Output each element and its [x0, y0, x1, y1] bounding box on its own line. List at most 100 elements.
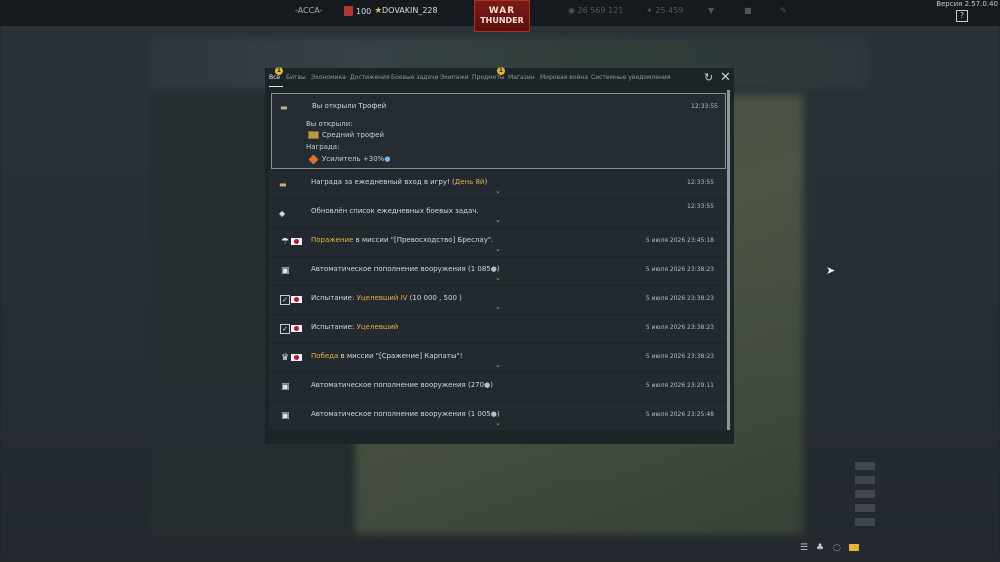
close-icon[interactable]: ✕ — [720, 70, 731, 85]
tab-crews[interactable]: Экипажи — [440, 74, 469, 81]
ammo-refill-icon: ▣ — [281, 382, 290, 392]
notification-time: 5 июля 2026 23:38:23 — [645, 324, 714, 331]
refresh-icon[interactable]: ↻ — [704, 71, 713, 84]
research-icon: ● — [384, 155, 391, 163]
notification-title: Испытание: Уцелевший IV (10 000 , 500 ) — [311, 294, 462, 302]
notification-scrollbar[interactable] — [727, 90, 730, 430]
notification-time: 5 июля 2026 23:38:23 — [645, 295, 714, 302]
reward-item: Усилитель +30%● — [308, 154, 391, 164]
tab-battle-tasks[interactable]: Боевые задачи — [391, 74, 439, 81]
notification-list[interactable]: ▬ Вы открыли Трофей 12:33:55 Вы открыли:… — [269, 90, 728, 440]
ammo-refill-icon: ▣ — [281, 411, 290, 421]
reward-item-name: Усилитель +30% — [322, 155, 385, 163]
notifications-panel: Все 1 Битвы Экономика Достижения Боевые … — [265, 67, 734, 444]
notification-title: Автоматическое пополнение вооружения (1 … — [311, 410, 500, 418]
notification-title: Награда за ежедневный вход в игру! (День… — [311, 178, 488, 186]
notification-title: Автоматическое пополнение вооружения (1 … — [311, 265, 500, 273]
chevron-down-icon[interactable]: ⌄ — [495, 274, 501, 282]
opened-label: Вы открыли: — [306, 120, 353, 128]
notification-tabs: Все 1 Битвы Экономика Достижения Боевые … — [265, 67, 734, 88]
notification-title: Вы открыли Трофей — [312, 102, 387, 110]
player-rank[interactable]: 100 ★ — [344, 6, 382, 16]
notification-expanded[interactable]: ▬ Вы открыли Трофей 12:33:55 Вы открыли:… — [271, 93, 726, 169]
mouse-cursor-icon: ➤ — [826, 264, 836, 277]
notification-title: Испытание: Уцелевший — [311, 323, 399, 331]
japan-flag-icon — [291, 354, 302, 361]
notification-time: 12:33:55 — [687, 179, 714, 186]
tab-all-badge: 1 — [275, 67, 283, 75]
tab-system[interactable]: Системные уведомления — [591, 74, 670, 81]
notification-time: 5 июля 2026 23:38:23 — [645, 266, 714, 273]
check-icon: ✓ — [280, 295, 290, 305]
japan-flag-icon — [291, 296, 302, 303]
japan-flag-icon — [291, 238, 302, 245]
notification-row[interactable]: ▣ Автоматическое пополнение вооружения (… — [269, 402, 728, 430]
tasks-icon: ◆ — [279, 209, 286, 218]
chevron-down-icon[interactable]: ⌄ — [495, 216, 501, 224]
top-bar: -ACCA- 100 ★ DOVAKIN_228 WAR THUNDER ◉ 2… — [0, 0, 1000, 32]
notification-row[interactable]: ▣ Автоматическое пополнение вооружения (… — [269, 257, 728, 285]
notification-row[interactable]: ▬ Награда за ежедневный вход в игру! (Де… — [269, 170, 728, 198]
notification-title: Победа в миссии "[Сражение] Карпаты"! — [311, 352, 463, 360]
tab-all[interactable]: Все — [269, 74, 280, 81]
defeat-icon: ☂ — [281, 237, 290, 247]
logo-line-2: THUNDER — [480, 16, 524, 25]
tab-battles[interactable]: Битвы — [286, 74, 306, 81]
game-logo[interactable]: WAR THUNDER — [474, 0, 530, 32]
chevron-down-icon[interactable]: ⌄ — [495, 245, 501, 253]
opened-item-name: Средний трофей — [322, 131, 385, 139]
tab-shop[interactable]: Магазин — [508, 74, 535, 81]
chevron-down-icon[interactable]: ⌄ — [495, 361, 501, 369]
notification-row[interactable]: ▣ Автоматическое пополнение вооружения (… — [269, 373, 728, 401]
menu-list-icon[interactable]: ☰ — [800, 543, 808, 553]
check-icon: ✓ — [280, 324, 290, 334]
squadron-tag[interactable]: -ACCA- — [295, 6, 322, 15]
notification-title: Автоматическое пополнение вооружения (27… — [311, 381, 493, 389]
scrollbar-thumb[interactable] — [727, 90, 730, 430]
chevron-down-icon[interactable]: ⌄ — [495, 303, 501, 311]
notification-row[interactable]: ✓ Испытание: Уцелевший 5 июля 2026 23:38… — [269, 315, 728, 343]
mail-icon[interactable] — [849, 544, 859, 551]
lions-balance[interactable]: ◉ 26 569 121 — [568, 6, 623, 15]
lions-icon: ◉ — [568, 6, 575, 15]
chat-icon[interactable]: ◌ — [833, 543, 841, 553]
chest-icon: ▬ — [279, 180, 287, 189]
notification-row[interactable]: ♛ Победа в миссии "[Сражение] Карпаты"! … — [269, 344, 728, 372]
tab-items[interactable]: Предметы — [472, 74, 505, 81]
active-tab-underline — [269, 86, 283, 87]
notification-time: 5 июля 2026 23:45:18 — [645, 237, 714, 244]
japan-flag-icon — [291, 325, 302, 332]
tab-world-war[interactable]: Мировая война — [540, 74, 588, 81]
tab-items-badge: 1 — [497, 67, 505, 75]
version-label: Версия 2.57.0.40 — [936, 0, 998, 8]
tab-economy[interactable]: Экономика — [311, 74, 346, 81]
link-icon[interactable]: ✎ — [780, 6, 787, 15]
notification-title: Поражение в миссии "[Превосходство] Брес… — [311, 236, 494, 244]
shop-icon[interactable]: ■ — [744, 6, 752, 15]
trophy-chest-icon — [308, 131, 319, 139]
notification-time: 5 июля 2026 23:29:11 — [645, 382, 714, 389]
rank-value: 100 — [356, 6, 372, 16]
username[interactable]: DOVAKIN_228 — [382, 6, 438, 15]
notification-time: 12:33:55 — [691, 103, 718, 110]
notification-row[interactable]: ☂ Поражение в миссии "[Превосходство] Бр… — [269, 228, 728, 256]
premium-icon[interactable]: ▼ — [708, 6, 714, 15]
reward-label: Награда: — [306, 143, 340, 151]
notification-time: 12:33:55 — [687, 203, 714, 210]
chevron-down-icon[interactable]: ⌄ — [495, 187, 501, 195]
tab-achievements[interactable]: Достижения — [350, 74, 390, 81]
notification-time: 5 июля 2026 23:38:23 — [645, 353, 714, 360]
opened-item: Средний трофей — [308, 131, 384, 139]
victory-icon: ♛ — [281, 353, 290, 363]
eagles-balance[interactable]: ✦ 25 459 — [646, 6, 683, 15]
eagles-icon: ✦ — [646, 6, 653, 15]
chevron-down-icon[interactable]: ⌄ — [495, 419, 501, 427]
notification-row[interactable]: ✓ Испытание: Уцелевший IV (10 000 , 500 … — [269, 286, 728, 314]
squad-icon[interactable]: ♣ — [816, 543, 824, 553]
notification-row[interactable]: ◆ Обновлён список ежедневных боевых зада… — [269, 199, 728, 227]
notification-title: Обновлён список ежедневных боевых задач. — [311, 207, 479, 215]
logo-line-1: WAR — [488, 6, 516, 16]
eagles-value: 25 459 — [655, 6, 684, 15]
lions-value: 26 569 121 — [577, 6, 624, 15]
help-icon[interactable]: ? — [956, 10, 968, 22]
